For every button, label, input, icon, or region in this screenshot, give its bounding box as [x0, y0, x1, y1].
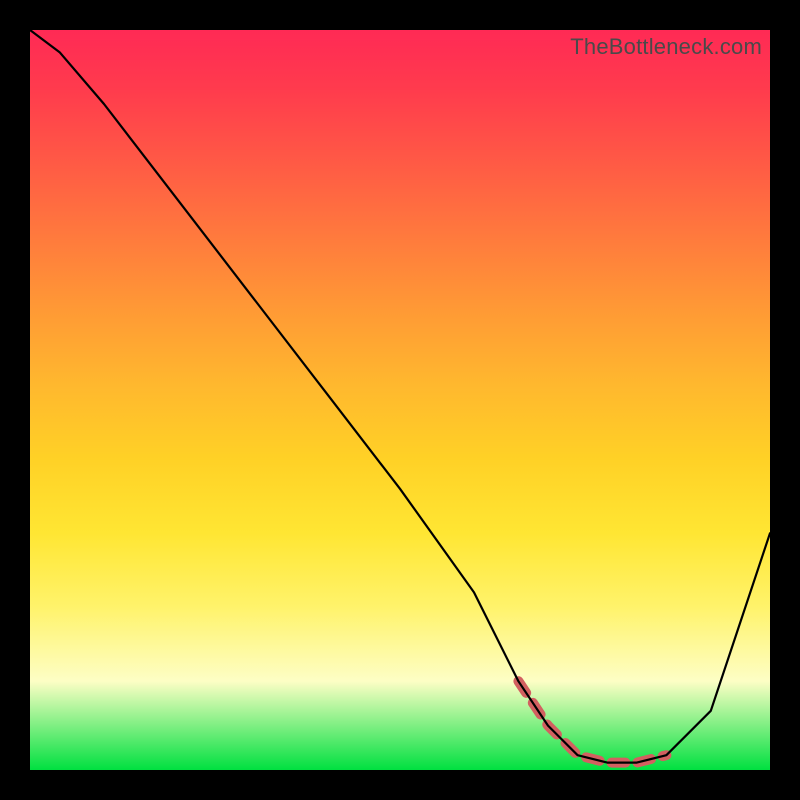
plateau-line [518, 681, 666, 762]
bottleneck-curve-line [30, 30, 770, 763]
chart-frame: TheBottleneck.com [0, 0, 800, 800]
curve-svg [30, 30, 770, 770]
plot-area: TheBottleneck.com [30, 30, 770, 770]
